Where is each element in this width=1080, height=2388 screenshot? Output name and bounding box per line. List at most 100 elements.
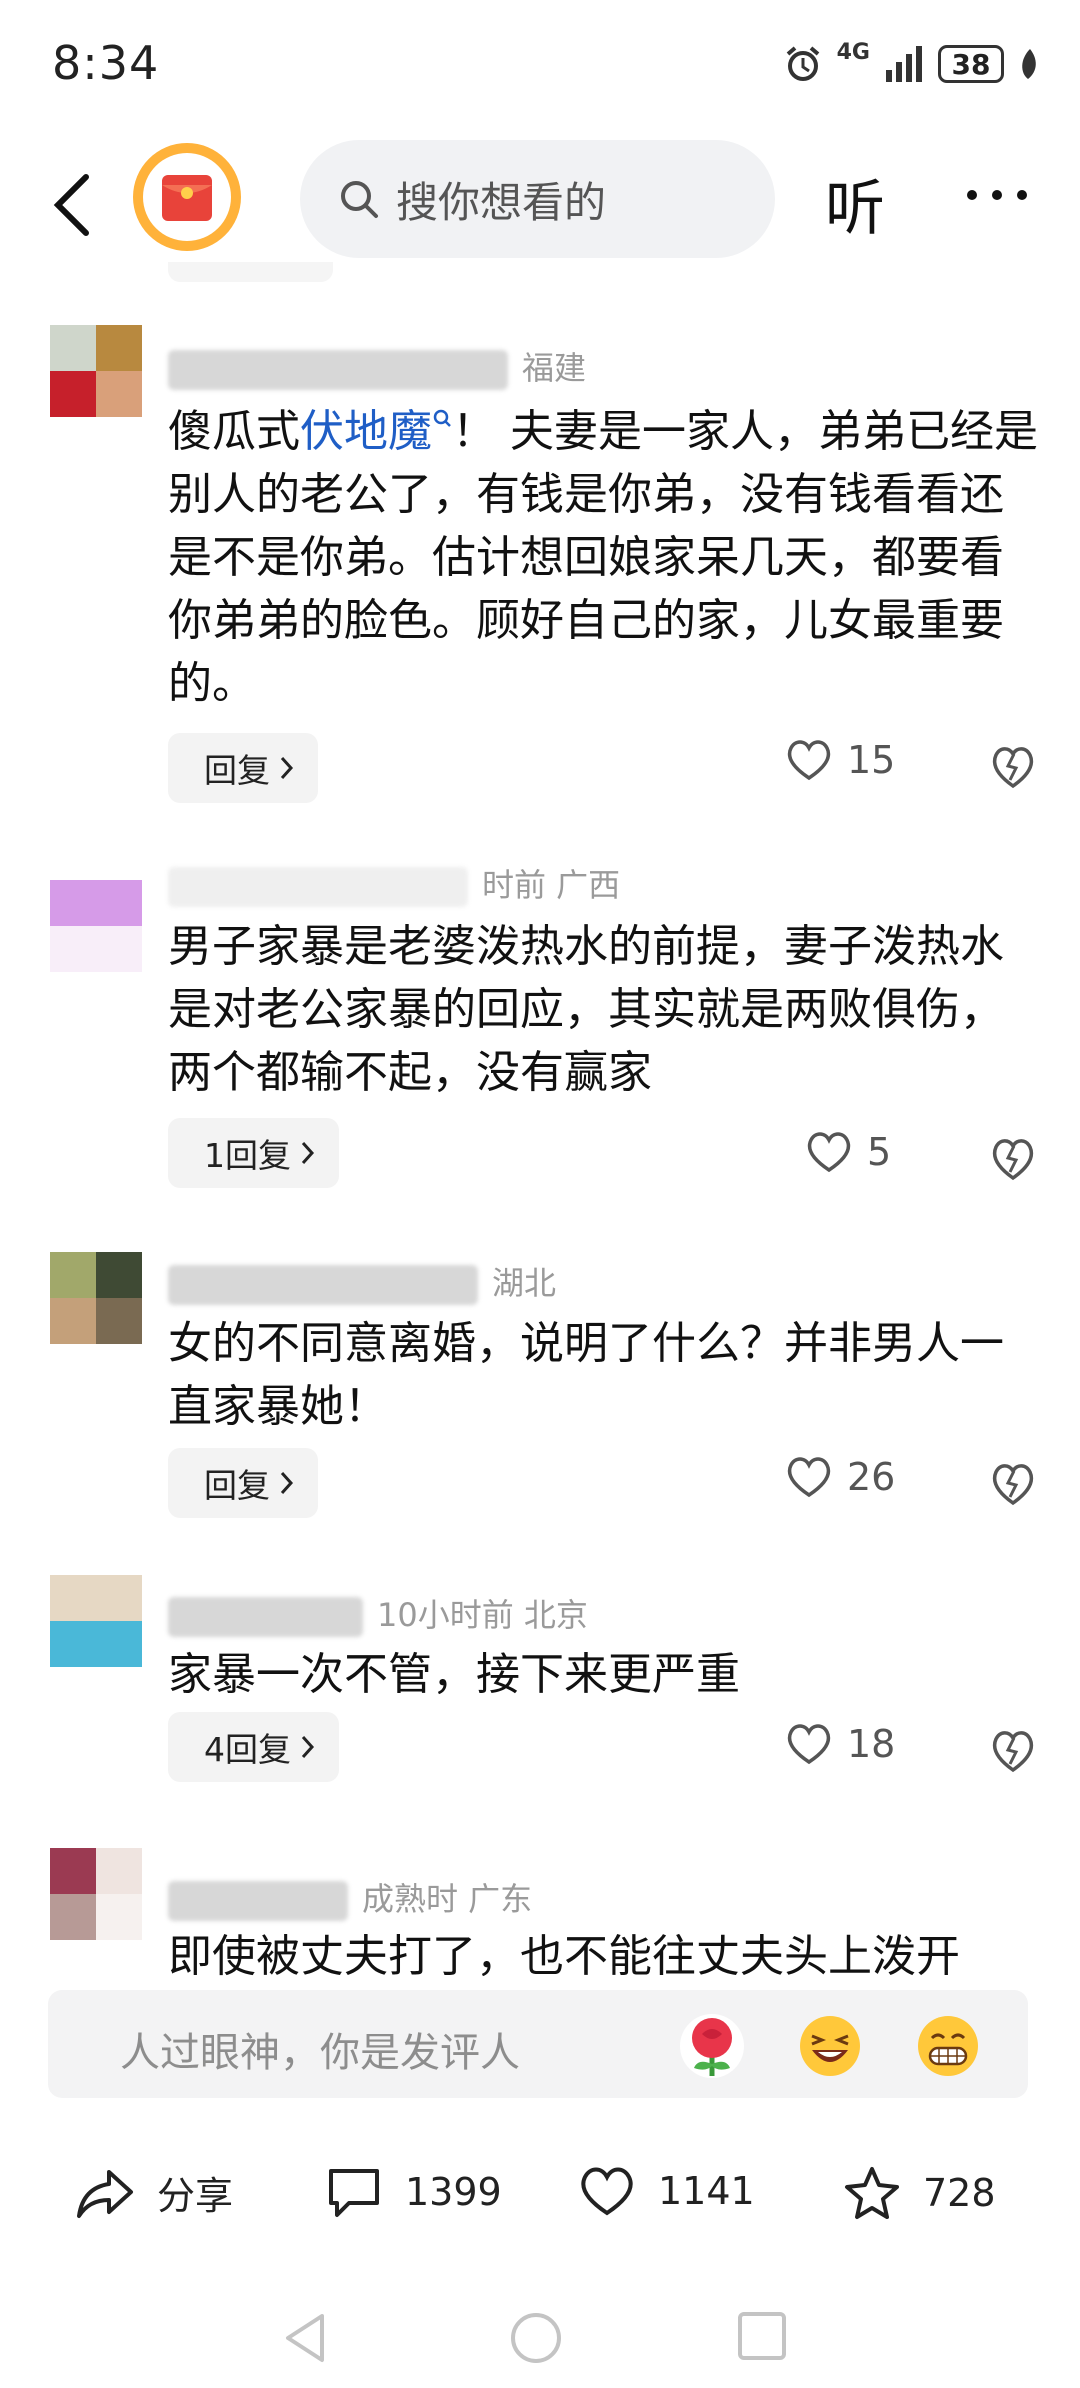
comment-count: 1399 — [405, 2170, 502, 2214]
like-button[interactable]: 26 — [785, 1455, 895, 1499]
chevron-right-icon — [280, 756, 294, 780]
favorite-count: 728 — [923, 2171, 996, 2215]
comment-text: 女的不同意离婚，说明了什么？并非男人一直家暴她！ — [168, 1318, 1004, 1432]
search-placeholder: 搜你想看的 — [396, 177, 607, 227]
search-icon — [341, 181, 378, 218]
comment-location: 10小时前 北京 — [377, 1596, 588, 1634]
topic-link-text: 伏地魔 — [300, 406, 432, 457]
more-icon — [967, 190, 1027, 200]
listen-button[interactable]: 听 — [825, 160, 885, 247]
like-count: 5 — [867, 1130, 892, 1174]
reply-label: 4回复 — [204, 1730, 291, 1769]
reply-label: 1回复 — [204, 1136, 291, 1175]
like-button[interactable]: 5 — [805, 1130, 891, 1174]
heart-icon — [807, 1132, 851, 1173]
more-button[interactable] — [962, 175, 1032, 215]
reply-button[interactable]: 4回复 — [168, 1712, 339, 1782]
like-count: 26 — [847, 1455, 896, 1499]
like-button[interactable]: 18 — [785, 1722, 895, 1766]
heart-icon — [787, 1457, 831, 1498]
dislike-button[interactable] — [988, 1134, 1038, 1184]
comment-text-part: 傻瓜式 — [168, 406, 300, 457]
avatar[interactable] — [50, 325, 142, 417]
nav-home-icon — [511, 2313, 561, 2363]
grin-emoji-button[interactable] — [916, 2014, 980, 2078]
network-label: 4G — [836, 40, 870, 65]
red-packet-icon — [162, 175, 212, 221]
dislike-button[interactable] — [988, 742, 1038, 792]
nav-recent-icon — [738, 2312, 786, 2360]
comment-meta: 湖北 — [168, 1258, 556, 1305]
back-button[interactable] — [44, 165, 104, 245]
like-post-button[interactable]: 1141 — [578, 2165, 755, 2217]
rose-emoji-button[interactable] — [680, 2014, 744, 2078]
comment-text: 傻瓜式伏地魔！ 夫妻是一家人，弟弟已经是别人的老公了，有钱是你弟，没有钱看看还是… — [168, 400, 1043, 715]
comment-meta: 成熟时 广东 — [168, 1874, 532, 1921]
status-icons: 4G 38 — [783, 36, 1040, 92]
reply-button[interactable]: 回复 — [168, 1448, 318, 1518]
comment-location: 成熟时 广东 — [362, 1880, 533, 1918]
share-button[interactable]: 分享 — [75, 2165, 233, 2220]
heart-icon — [787, 740, 831, 781]
battery-indicator: 38 — [938, 45, 1004, 83]
dislike-icon — [992, 1731, 1034, 1773]
search-input[interactable]: 搜你想看的 — [300, 140, 775, 258]
comment-location: 福建 — [522, 349, 587, 387]
avatar[interactable] — [50, 1848, 142, 1940]
nav-recent-button[interactable] — [736, 2310, 788, 2366]
avatar[interactable] — [50, 880, 142, 972]
chevron-right-icon — [280, 1471, 294, 1495]
status-time: 8:34 — [52, 36, 160, 90]
comment-text: 即使被丈夫打了，也不能往丈夫头上泼开 — [168, 1931, 960, 1982]
reply-button[interactable]: 1回复 — [168, 1118, 339, 1188]
comment-location: 时前 广西 — [482, 866, 621, 904]
leaf-icon — [1022, 49, 1036, 79]
comment-text: 男子家暴是老婆泼热水的前提，妻子泼热水是对老公家暴的回应，其实就是两败俱伤，两个… — [168, 921, 1004, 1098]
grin-icon — [918, 2016, 978, 2076]
nav-back-button[interactable] — [280, 2310, 330, 2370]
rose-icon — [692, 2018, 732, 2076]
like-count: 1141 — [658, 2169, 755, 2213]
like-button[interactable]: 15 — [785, 738, 895, 782]
favorite-button[interactable]: 728 — [843, 2165, 996, 2221]
alarm-icon — [786, 46, 819, 81]
laugh-icon — [800, 2016, 860, 2076]
heart-icon — [581, 2167, 633, 2216]
dislike-icon — [992, 747, 1034, 789]
comment-text: 家暴一次不管，接下来更严重 — [168, 1649, 740, 1700]
nav-back-icon — [286, 2314, 324, 2362]
comment-input[interactable]: 人过眼神，你是发评人 — [48, 1990, 1028, 2098]
dislike-button[interactable] — [988, 1459, 1038, 1509]
scroll-edge-stub — [168, 262, 333, 282]
reply-label: 回复 — [204, 1466, 270, 1505]
comment-placeholder: 人过眼神，你是发评人 — [120, 2030, 520, 2076]
avatar[interactable] — [50, 1252, 142, 1344]
nav-home-button[interactable] — [508, 2310, 564, 2370]
comments-button[interactable]: 1399 — [325, 2165, 502, 2219]
signal-icon — [886, 46, 922, 82]
back-icon — [53, 174, 89, 236]
heart-icon — [787, 1724, 831, 1765]
dislike-icon — [992, 1464, 1034, 1506]
search-small-icon — [433, 409, 451, 427]
chevron-right-icon — [301, 1141, 315, 1165]
topic-link[interactable]: 伏地魔 — [300, 406, 452, 457]
avatar[interactable] — [50, 1575, 142, 1667]
like-count: 18 — [847, 1722, 896, 1766]
comment-icon — [329, 2169, 379, 2217]
share-icon — [77, 2169, 133, 2218]
reply-button[interactable]: 回复 — [168, 733, 318, 803]
like-count: 15 — [847, 738, 896, 782]
reply-label: 回复 — [204, 751, 270, 790]
comment-meta: 福建 — [168, 343, 586, 390]
comment-location: 湖北 — [492, 1264, 557, 1302]
red-packet-button[interactable] — [133, 143, 241, 251]
comment-meta: 10小时前 北京 — [168, 1590, 588, 1637]
dislike-icon — [992, 1139, 1034, 1181]
comment-meta: 时前 广西 — [168, 860, 620, 907]
dislike-button[interactable] — [988, 1726, 1038, 1776]
star-icon — [845, 2167, 899, 2219]
laugh-emoji-button[interactable] — [798, 2014, 862, 2078]
share-label: 分享 — [157, 2174, 234, 2218]
chevron-right-icon — [301, 1735, 315, 1759]
